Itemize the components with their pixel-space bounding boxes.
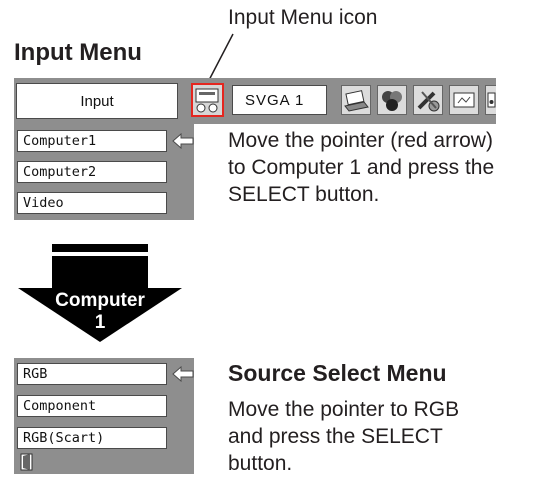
instruction-select-computer1: Move the pointer (red arrow) to Computer… [228, 127, 547, 208]
instruction-line: Move the pointer to RGB [228, 398, 460, 421]
instruction-select-rgb: Move the pointer to RGB and press the SE… [228, 396, 547, 477]
menu-item-rgb[interactable]: RGB [17, 363, 167, 385]
instruction-line: and press the SELECT [228, 425, 443, 448]
color-balls-icon[interactable] [377, 85, 407, 115]
input-menu-heading: Input Menu [14, 39, 142, 66]
menu-item-component[interactable]: Component [17, 395, 167, 417]
step-label-line: 1 [94, 312, 106, 333]
menu-item-video[interactable]: Video [17, 192, 167, 214]
input-connector-icon [195, 88, 219, 113]
input-menu-label: Input [16, 83, 178, 119]
red-arrow-pointer-icon [172, 133, 194, 149]
laptop-icon[interactable] [341, 85, 371, 115]
tools-icon[interactable] [413, 85, 443, 115]
input-source-list: Computer1 Computer2 Video [14, 124, 194, 220]
menu-item-computer1[interactable]: Computer1 [17, 130, 167, 152]
source-select-menu-heading: Source Select Menu [228, 360, 447, 386]
exit-door-icon[interactable] [18, 453, 36, 471]
step-label-computer-1: Computer 1 [40, 290, 160, 334]
speaker-icon[interactable] [485, 85, 496, 115]
instruction-line: button. [228, 452, 293, 475]
source-select-list: RGB Component RGB(Scart) [14, 358, 194, 474]
instruction-line: to Computer 1 and press the [228, 156, 495, 179]
input-menu-icon[interactable] [191, 83, 224, 117]
resolution-display: SVGA 1 [232, 85, 327, 115]
menu-item-computer2[interactable]: Computer2 [17, 161, 167, 183]
red-arrow-pointer-icon [172, 366, 194, 382]
input-menu-bar: Input SVGA 1 [14, 78, 496, 124]
screen-icon[interactable] [449, 85, 479, 115]
instruction-line: Move the pointer (red arrow) [228, 129, 493, 152]
step-label-line: Computer [55, 290, 145, 311]
menu-item-rgb-scart[interactable]: RGB(Scart) [17, 427, 167, 449]
instruction-line: SELECT button. [228, 183, 380, 206]
